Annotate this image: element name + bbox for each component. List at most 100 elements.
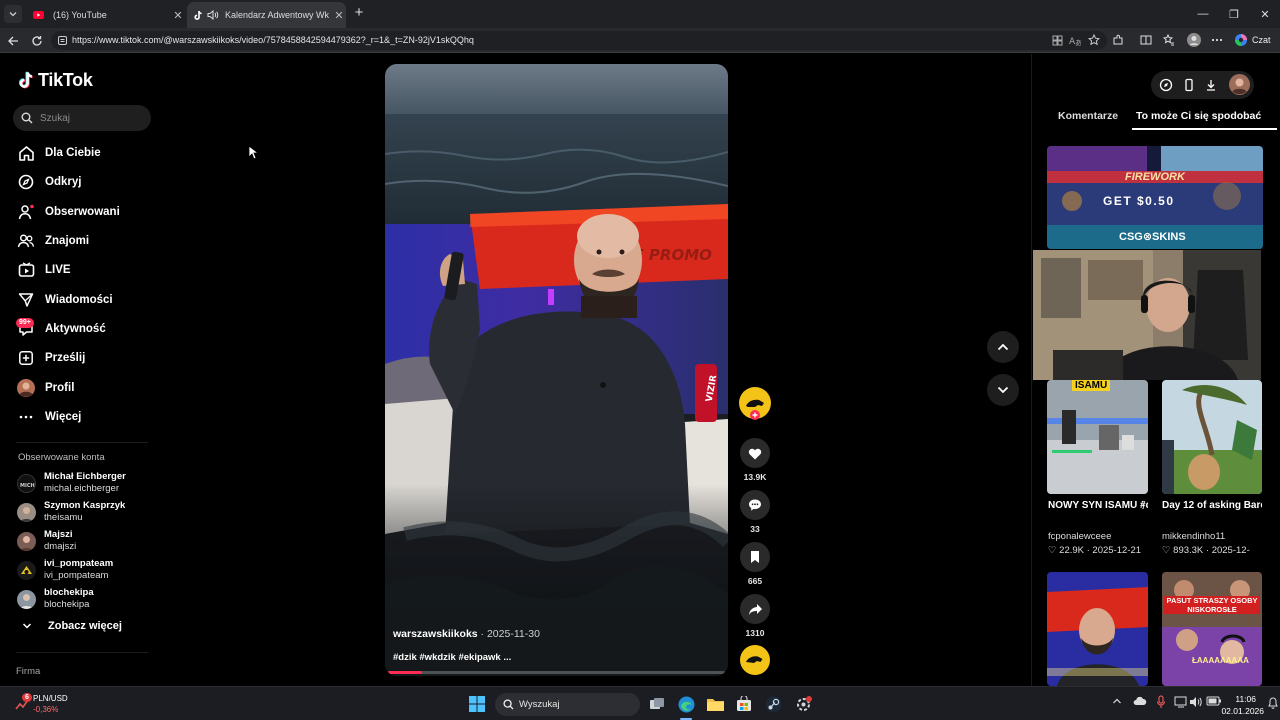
- favorite-star-icon[interactable]: [1086, 32, 1102, 48]
- nav-odkryj[interactable]: Odkryj: [13, 169, 153, 195]
- split-screen-icon[interactable]: [1138, 32, 1154, 48]
- ad-banner[interactable]: FIREWORK GET $0.50 CSG⊗SKINS: [1047, 146, 1263, 249]
- gear-icon: [796, 695, 812, 711]
- apps-icon[interactable]: [1049, 32, 1065, 48]
- microphone-icon[interactable]: [1156, 695, 1166, 709]
- nav-live[interactable]: LIVE: [13, 257, 153, 283]
- next-video-button[interactable]: [987, 374, 1019, 406]
- nav-label: LIVE: [45, 264, 71, 276]
- footer-link[interactable]: Firma: [16, 666, 40, 677]
- video-stats: ♡ 893.3K · 2025-12-: [1162, 545, 1250, 556]
- taskbar-search[interactable]: Wyszukaj: [495, 693, 640, 716]
- video-progress-fill: [388, 671, 422, 674]
- profile-avatar[interactable]: [1186, 32, 1202, 48]
- nav-profil[interactable]: Profil: [13, 375, 153, 401]
- nav-znajomi[interactable]: Znajomi: [13, 228, 153, 254]
- favorites-icon[interactable]: [1161, 32, 1177, 48]
- more-options-icon[interactable]: ⋮: [1138, 500, 1148, 511]
- new-tab-button[interactable]: +: [352, 5, 366, 20]
- file-explorer-button[interactable]: [705, 694, 725, 714]
- nav-przeslij[interactable]: Prześlij: [13, 345, 153, 371]
- battery-icon[interactable]: [1206, 696, 1222, 706]
- nav-label: Znajomi: [45, 235, 90, 247]
- video-title[interactable]: NOWY SYN ISAMU #dc #viral #kick...: [1048, 500, 1148, 511]
- stock-widget[interactable]: 6 PLN/USD -0,36%: [15, 693, 85, 717]
- comment-button[interactable]: 33: [739, 490, 771, 534]
- tab-list-button[interactable]: [4, 5, 22, 23]
- compass-icon[interactable]: [1159, 78, 1173, 92]
- video-hashtags[interactable]: #dzik #wkdzik #ekipawk ...: [393, 652, 511, 663]
- video-player[interactable]: IZE PROMO VIZIR warszawskiikoks · 2025-1…: [385, 64, 728, 676]
- steam-button[interactable]: [763, 694, 783, 714]
- user-avatar[interactable]: [1229, 74, 1250, 95]
- edge-button[interactable]: [676, 694, 696, 714]
- sound-button[interactable]: [739, 645, 771, 675]
- site-info-icon[interactable]: [57, 35, 68, 46]
- video-author[interactable]: mikkendinho11: [1162, 531, 1225, 542]
- back-button[interactable]: [4, 32, 22, 50]
- video-author[interactable]: fcponalewceee: [1048, 531, 1111, 542]
- video-author[interactable]: warszawskiikoks · 2025-11-30: [393, 628, 540, 640]
- clock-date[interactable]: 02.01.2026: [1212, 706, 1264, 716]
- reload-button[interactable]: [28, 32, 46, 50]
- share-button[interactable]: 1310: [739, 594, 771, 638]
- video-progress-bar[interactable]: [388, 671, 725, 674]
- tab-comments[interactable]: Komentarze: [1058, 110, 1118, 122]
- nav-obserwowani[interactable]: Obserwowani: [13, 199, 153, 225]
- more-options-icon[interactable]: [1209, 32, 1225, 48]
- followed-account[interactable]: ivi_pompateam ivi_pompateam: [17, 557, 157, 583]
- nav-aktywnosc[interactable]: Aktywność: [13, 316, 153, 342]
- author-name[interactable]: warszawskiikoks: [393, 628, 478, 640]
- network-icon[interactable]: [1174, 696, 1188, 708]
- nav-wiadomosci[interactable]: Wiadomości: [13, 287, 153, 313]
- clock-time[interactable]: 11:06: [1230, 694, 1256, 704]
- tiktok-logo[interactable]: TikTok: [18, 70, 93, 91]
- suggested-video-thumbnail[interactable]: [1162, 380, 1262, 494]
- compass-icon: [13, 169, 39, 195]
- tab-suggested[interactable]: To może Ci się spodobać: [1136, 110, 1261, 122]
- nav-dla-ciebie[interactable]: Dla Ciebie: [13, 140, 153, 166]
- onedrive-icon[interactable]: [1133, 695, 1147, 707]
- restore-button[interactable]: ❐: [1217, 0, 1251, 28]
- suggested-video-thumbnail[interactable]: PASUT STRASZY OSOBY NISKOROSŁE ŁAAAAAAAA…: [1162, 572, 1262, 686]
- download-icon[interactable]: [1204, 78, 1218, 92]
- translate-icon[interactable]: Aあ: [1067, 32, 1083, 48]
- save-button[interactable]: 665: [739, 542, 771, 586]
- app-button[interactable]: [793, 694, 813, 714]
- like-button[interactable]: 13.9K: [739, 438, 771, 482]
- previous-video-button[interactable]: [987, 331, 1019, 363]
- followed-account[interactable]: Szymon Kasprzyk theisamu: [17, 499, 157, 525]
- copilot-button[interactable]: Czat: [1234, 33, 1271, 47]
- notification-icon[interactable]: [1268, 697, 1278, 709]
- task-view-button[interactable]: [647, 694, 667, 714]
- audio-playing-icon[interactable]: [207, 10, 221, 20]
- tab-youtube[interactable]: (16) YouTube ✕: [27, 2, 185, 28]
- close-tab-icon[interactable]: ✕: [171, 9, 185, 22]
- store-button[interactable]: [734, 694, 754, 714]
- tab-tiktok[interactable]: Kalendarz Adwentowy Wk Dzik ✕: [187, 2, 346, 28]
- see-more-button[interactable]: Zobacz więcej: [18, 620, 122, 632]
- followed-account[interactable]: blochekipa blochekipa: [17, 586, 157, 612]
- nav-wiecej[interactable]: Więcej: [13, 404, 153, 430]
- followed-account[interactable]: MICH Michał Eichberger michal.eichberger: [17, 470, 157, 496]
- minimize-button[interactable]: —: [1186, 0, 1220, 28]
- video-title[interactable]: Day 12 of asking Barca to sing me...: [1162, 500, 1262, 511]
- floating-stream-video[interactable]: [1033, 250, 1261, 380]
- address-bar[interactable]: https://www.tiktok.com/@warszawskiikoks/…: [51, 31, 1107, 50]
- close-tab-icon[interactable]: ✕: [332, 9, 346, 22]
- chevron-up-icon[interactable]: [1112, 697, 1122, 705]
- followed-account[interactable]: Majszi dmajszi: [17, 528, 157, 554]
- browser-toolbar: https://www.tiktok.com/@warszawskiikoks/…: [0, 28, 1280, 53]
- extensions-icon[interactable]: [1110, 32, 1126, 48]
- mobile-icon[interactable]: [1182, 78, 1196, 92]
- volume-icon[interactable]: [1189, 696, 1203, 708]
- start-button[interactable]: [467, 694, 487, 714]
- creator-avatar-button[interactable]: [739, 387, 771, 421]
- close-window-button[interactable]: ✕: [1248, 0, 1280, 28]
- suggested-video-thumbnail[interactable]: ISAMU: [1047, 380, 1148, 494]
- url-text[interactable]: https://www.tiktok.com/@warszawskiikoks/…: [72, 35, 474, 45]
- suggested-video-thumbnail[interactable]: [1047, 572, 1148, 686]
- search-icon: [503, 699, 514, 710]
- mouse-cursor-icon: [248, 145, 258, 160]
- search-input[interactable]: Szukaj: [13, 105, 151, 131]
